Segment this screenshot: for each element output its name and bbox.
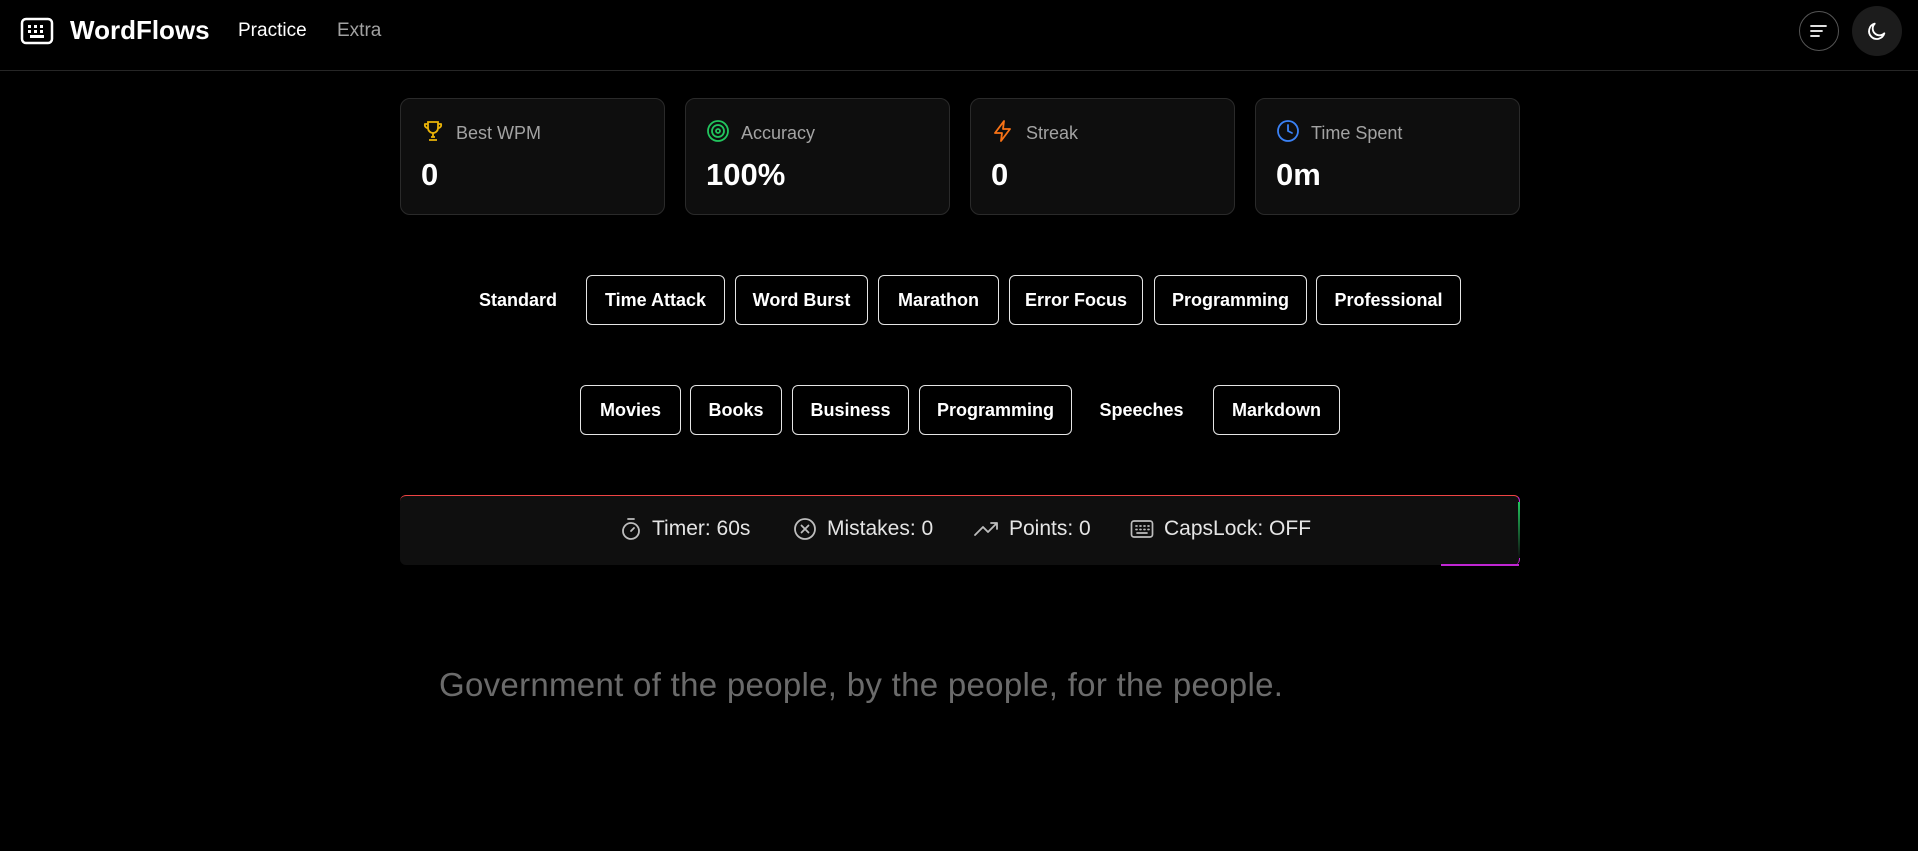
- stat-value: 0: [421, 157, 439, 192]
- stat-card-streak: Streak 0: [970, 98, 1235, 215]
- timer-icon: [622, 518, 640, 540]
- mode-button-word-burst[interactable]: Word Burst: [735, 275, 868, 325]
- stat-label: Streak: [1026, 123, 1079, 143]
- stat-card-accuracy: Accuracy 100%: [685, 98, 950, 215]
- stat-value: 100%: [706, 157, 786, 192]
- category-button-programming[interactable]: Programming: [919, 385, 1072, 435]
- stat-value: 0: [991, 157, 1009, 192]
- stat-label: Time Spent: [1311, 123, 1403, 143]
- nav-practice-link[interactable]: Practice: [238, 20, 307, 42]
- app-title[interactable]: WordFlows: [70, 15, 210, 46]
- stat-card-best-wpm: Best WPM 0: [400, 98, 665, 215]
- keyboard-icon: [1130, 520, 1154, 538]
- category-button-movies[interactable]: Movies: [580, 385, 681, 435]
- trophy-icon: [423, 121, 443, 141]
- session-stats-bar: Timer: 60s Mistakes: 0 Points: 0 CapsLoc…: [400, 495, 1520, 566]
- stat-label: Accuracy: [741, 123, 816, 143]
- mode-button-standard[interactable]: Standard: [463, 275, 573, 325]
- stat-value: 0m: [1276, 157, 1321, 192]
- menu-lines-icon: [1810, 25, 1827, 37]
- capslock-text: CapsLock: OFF: [1164, 517, 1312, 540]
- category-button-business[interactable]: Business: [792, 385, 909, 435]
- points-text: Points: 0: [1009, 517, 1091, 540]
- zap-icon: [994, 120, 1011, 142]
- top-navbar: WordFlows Practice Extra: [0, 0, 1918, 71]
- stat-card-time-spent: Time Spent 0m: [1255, 98, 1520, 215]
- moon-icon: [1868, 22, 1886, 40]
- timer-stat: Timer: 60s: [620, 517, 750, 541]
- mistakes-text: Mistakes: 0: [827, 517, 934, 540]
- nav-extra-link[interactable]: Extra: [337, 20, 381, 42]
- capslock-stat: CapsLock: OFF: [1130, 517, 1311, 541]
- mode-button-error-focus[interactable]: Error Focus: [1009, 275, 1143, 325]
- category-button-speeches[interactable]: Speeches: [1082, 385, 1201, 435]
- mode-button-marathon[interactable]: Marathon: [878, 275, 999, 325]
- category-button-markdown[interactable]: Markdown: [1213, 385, 1340, 435]
- category-button-books[interactable]: Books: [690, 385, 782, 435]
- bar-accent-magenta: [1441, 564, 1519, 566]
- stat-label: Best WPM: [456, 123, 542, 143]
- x-circle-icon: [794, 518, 816, 540]
- typing-prompt-text[interactable]: Government of the people, by the people,…: [439, 666, 1283, 704]
- mode-button-time-attack[interactable]: Time Attack: [586, 275, 725, 325]
- keyboard-logo-icon: [20, 17, 54, 45]
- theme-toggle-button[interactable]: [1852, 6, 1902, 56]
- mistakes-stat: Mistakes: 0: [793, 517, 933, 541]
- points-stat: Points: 0: [973, 517, 1091, 541]
- trending-up-icon: [974, 522, 998, 536]
- clock-icon: [1277, 120, 1299, 142]
- timer-text: Timer: 60s: [652, 517, 751, 540]
- menu-button[interactable]: [1799, 11, 1839, 51]
- mode-button-professional[interactable]: Professional: [1316, 275, 1461, 325]
- target-icon: [707, 120, 729, 142]
- bar-accent-green: [1518, 502, 1520, 558]
- mode-button-programming[interactable]: Programming: [1154, 275, 1307, 325]
